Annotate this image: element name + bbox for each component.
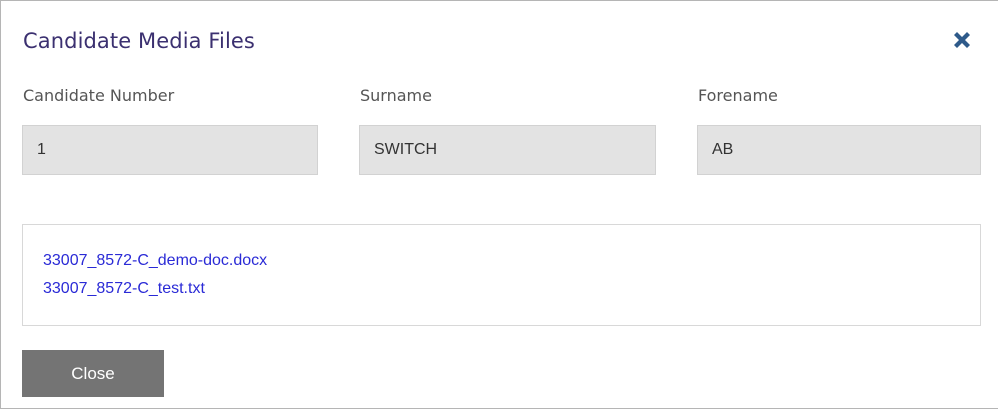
candidate-number-label: Candidate Number: [23, 86, 175, 105]
forename-label: Forename: [698, 86, 778, 105]
surname-field: SWITCH: [359, 125, 656, 175]
candidate-media-files-dialog: Candidate Media Files Candidate Number S…: [0, 0, 998, 409]
close-x-icon-glyph: [954, 32, 970, 48]
close-x-icon[interactable]: [951, 29, 973, 51]
file-link-test-txt[interactable]: 33007_8572-C_test.txt: [43, 280, 205, 298]
dialog-title: Candidate Media Files: [23, 29, 255, 53]
candidate-number-field: 1: [22, 125, 318, 175]
media-files-list: 33007_8572-C_demo-doc.docx 33007_8572-C_…: [22, 224, 981, 326]
surname-label: Surname: [360, 86, 432, 105]
file-link-demo-doc[interactable]: 33007_8572-C_demo-doc.docx: [43, 252, 267, 270]
close-button[interactable]: Close: [22, 350, 164, 397]
forename-field: AB: [697, 125, 981, 175]
